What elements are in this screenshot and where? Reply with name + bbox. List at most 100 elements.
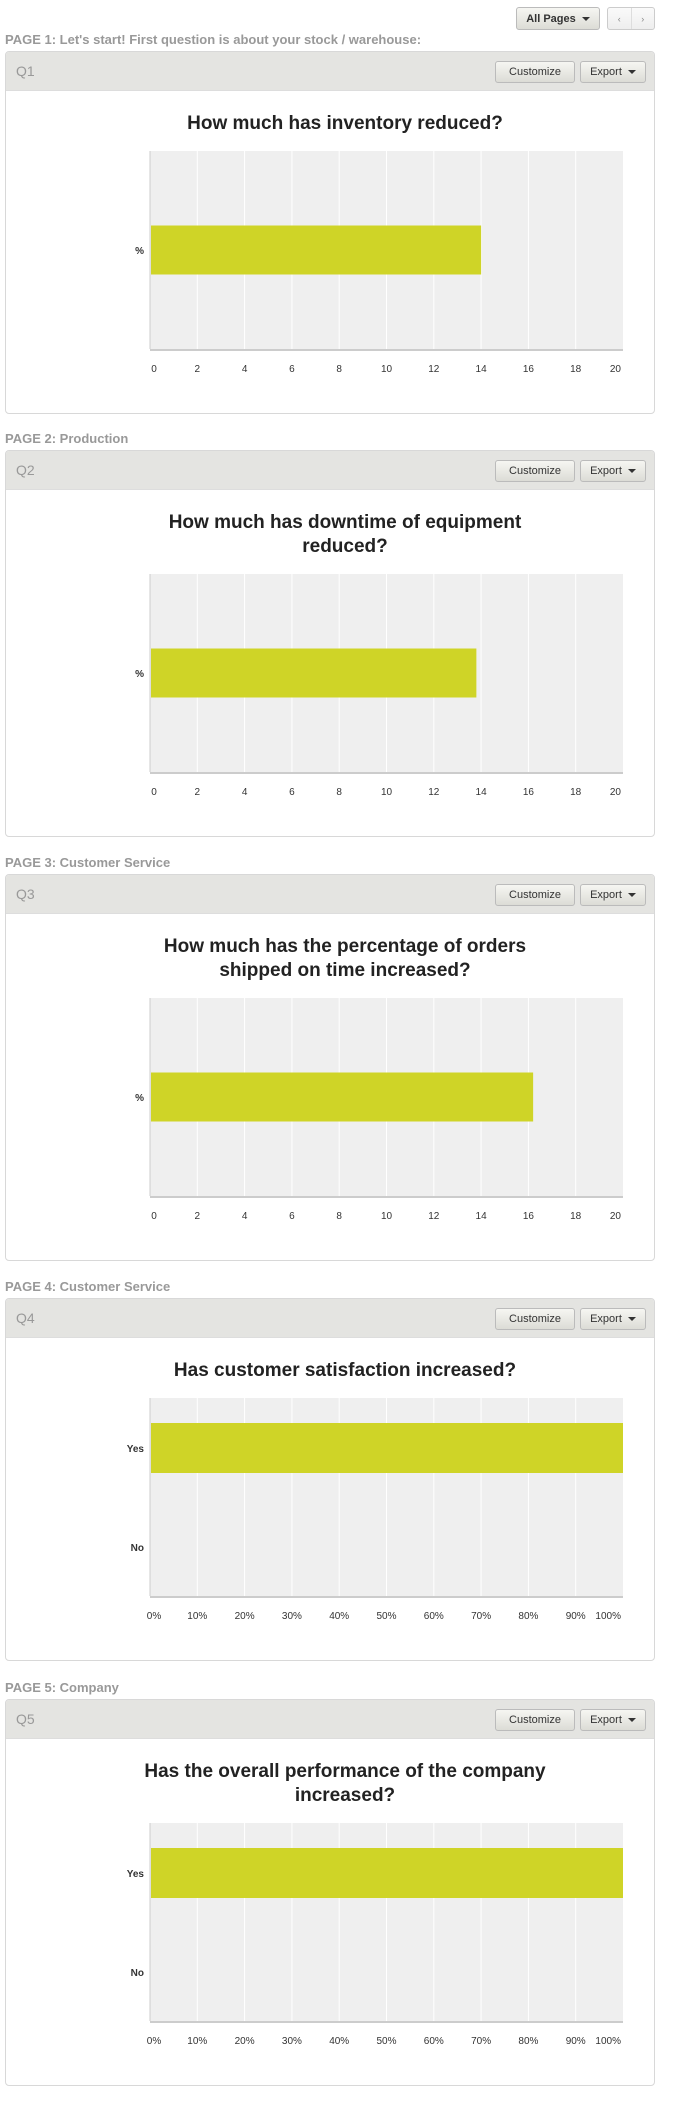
export-button[interactable]: Export: [580, 61, 646, 83]
panel-header: Q1 Customize Export: [6, 52, 654, 91]
x-tick-label: 20: [610, 787, 622, 798]
x-tick-label: 18: [570, 364, 582, 375]
chart: 0 2 4 6 8 10 12 14 16 18 20%: [6, 998, 654, 1260]
panel-body: How much has inventory reduced? 0 2 4 6 8 10 1…: [6, 91, 654, 413]
panel-header: Q2 Customize Export: [6, 451, 654, 490]
bar: [151, 225, 482, 275]
next-page-button[interactable]: ›: [632, 8, 655, 29]
panel-body: How much has the percentage of orders sh…: [6, 914, 654, 1260]
x-tick-label: 12: [428, 1211, 440, 1222]
question-panel: Q3 Customize Export How much has the per…: [5, 874, 655, 1261]
customize-button[interactable]: Customize: [495, 1709, 575, 1731]
x-tick-label: 10: [381, 787, 393, 798]
page-label: PAGE 1: Let's start! First question is a…: [5, 32, 422, 47]
export-button[interactable]: Export: [580, 884, 646, 906]
x-tick-label: 12: [428, 364, 440, 375]
page-label: PAGE 2: Production: [5, 431, 129, 446]
customize-button[interactable]: Customize: [495, 1308, 575, 1330]
panel-body: Has customer satisfaction increased? 0% 1…: [6, 1338, 654, 1660]
panel-header: Q4 Customize Export: [6, 1299, 654, 1338]
x-tick-label: 0%: [147, 2036, 162, 2047]
x-tick-label: 40%: [329, 2036, 349, 2047]
chart: 0 2 4 6 8 10 12 14 16 18 20%: [6, 574, 654, 836]
bar-chart-svg: 0% 10% 20% 30% 40% 50% 60% 70% 80% 90% 100% Yes No: [127, 1398, 623, 1622]
question-panel: Q4 Customize Export Has customer satisfa…: [5, 1298, 655, 1661]
chevron-down-icon: [627, 1718, 636, 1722]
customize-label: Customize: [509, 1714, 561, 1726]
question-number: Q5: [16, 1711, 35, 1727]
x-tick-label: 10: [381, 364, 393, 375]
x-tick-label: 14: [476, 364, 488, 375]
customize-label: Customize: [509, 465, 561, 477]
chart: 0% 10% 20% 30% 40% 50% 60% 70% 80% 90% 100% Yes No: [6, 1398, 654, 1660]
x-tick-label: 80%: [518, 1611, 538, 1622]
export-button[interactable]: Export: [580, 1308, 646, 1330]
bar-chart-svg: 0% 10% 20% 30% 40% 50% 60% 70% 80% 90% 100% Yes No: [127, 1823, 623, 2047]
x-tick-label: 2: [195, 1211, 201, 1222]
x-tick-label: 8: [336, 787, 342, 798]
customize-button[interactable]: Customize: [495, 61, 575, 83]
prev-page-button[interactable]: ‹: [608, 8, 632, 29]
question-panel: Q1 Customize Export How much has invento…: [5, 51, 655, 414]
x-tick-label: 0: [151, 1211, 157, 1222]
x-tick-label: 70%: [471, 2036, 491, 2047]
x-tick-label: 6: [289, 1211, 295, 1222]
customize-button[interactable]: Customize: [495, 884, 575, 906]
page-nav: ‹ ›: [607, 7, 655, 30]
panel-header: Q5 Customize Export: [6, 1700, 654, 1739]
question-number: Q3: [16, 886, 35, 902]
y-category-label: Yes: [127, 1869, 145, 1880]
x-tick-label: 8: [336, 364, 342, 375]
bar-chart-svg: 0 2 4 6 8 10 12 14 16 18 20%: [135, 151, 623, 375]
question-section: PAGE 1: Let's start! First question is a…: [5, 33, 655, 414]
x-tick-label: 20%: [235, 2036, 255, 2047]
export-button[interactable]: Export: [580, 1709, 646, 1731]
export-label: Export: [590, 465, 622, 477]
x-tick-label: 80%: [518, 2036, 538, 2047]
bar-chart-svg: 0 2 4 6 8 10 12 14 16 18 20%: [135, 574, 623, 798]
x-tick-label: 10%: [187, 2036, 207, 2047]
chart-title: How much has inventory reduced?: [187, 113, 503, 134]
x-tick-label: 40%: [329, 1611, 349, 1622]
all-pages-dropdown[interactable]: All Pages: [516, 7, 600, 30]
x-tick-label: 30%: [282, 2036, 302, 2047]
x-tick-label: 14: [476, 1211, 488, 1222]
chevron-down-icon: [627, 893, 636, 897]
x-tick-label: 60%: [424, 2036, 444, 2047]
chevron-down-icon: [627, 70, 636, 74]
y-category-label: Yes: [127, 1444, 145, 1455]
panel-body: How much has downtime of equipment reduc…: [6, 490, 654, 836]
x-tick-label: 0: [151, 364, 157, 375]
x-tick-label: 14: [476, 787, 488, 798]
y-category-label: No: [131, 1968, 144, 1979]
chart: 0 2 4 6 8 10 12 14 16 18 20%: [6, 151, 654, 413]
question-section: PAGE 4: Customer Service Q4 Customize Ex…: [5, 1280, 655, 1661]
question-section: PAGE 2: Production Q2 Customize Export H…: [5, 432, 655, 837]
y-category-label: %: [135, 1093, 144, 1104]
x-tick-label: 2: [195, 364, 201, 375]
x-tick-label: 8: [336, 1211, 342, 1222]
page-label: PAGE 5: Company: [5, 1680, 119, 1695]
x-tick-label: 10: [381, 1211, 393, 1222]
all-pages-label: All Pages: [526, 12, 576, 25]
bar: [151, 1072, 534, 1122]
x-tick-label: 6: [289, 787, 295, 798]
export-label: Export: [590, 66, 622, 78]
question-number: Q4: [16, 1310, 35, 1326]
export-button[interactable]: Export: [580, 460, 646, 482]
question-number: Q2: [16, 462, 35, 478]
x-tick-label: 10%: [187, 1611, 207, 1622]
x-tick-label: 12: [428, 787, 440, 798]
x-tick-label: 90%: [566, 1611, 586, 1622]
chart-title: Has customer satisfaction increased?: [173, 1360, 517, 1381]
x-tick-label: 90%: [566, 2036, 586, 2047]
page-label: PAGE 4: Customer Service: [5, 1279, 171, 1294]
customize-button[interactable]: Customize: [495, 460, 575, 482]
y-category-label: No: [131, 1543, 144, 1554]
export-label: Export: [590, 1714, 622, 1726]
x-tick-label: 100%: [595, 2036, 621, 2047]
x-tick-label: 16: [523, 787, 535, 798]
chart-title: Has the overall performance of the compa…: [144, 1761, 546, 1806]
x-tick-label: 4: [242, 364, 248, 375]
chart-title: How much has the percentage of orders sh…: [163, 936, 527, 981]
